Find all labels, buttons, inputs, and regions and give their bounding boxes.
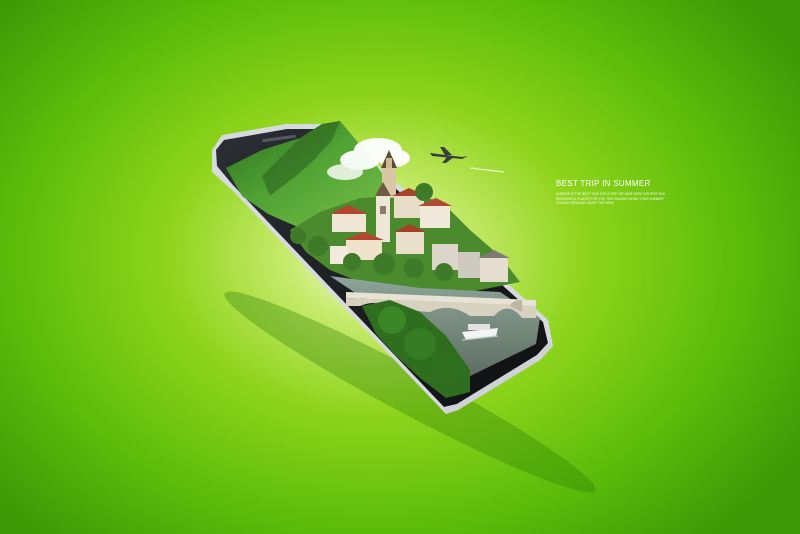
promo-body: Summer is the best time for a trip. We h… — [556, 192, 666, 206]
trip-poster-illustration — [212, 121, 596, 493]
promo-text-block: BEST TRIP IN SUMMER Summer is the best t… — [556, 179, 686, 206]
promo-title: BEST TRIP IN SUMMER — [556, 179, 651, 188]
airplane-icon — [430, 147, 505, 173]
